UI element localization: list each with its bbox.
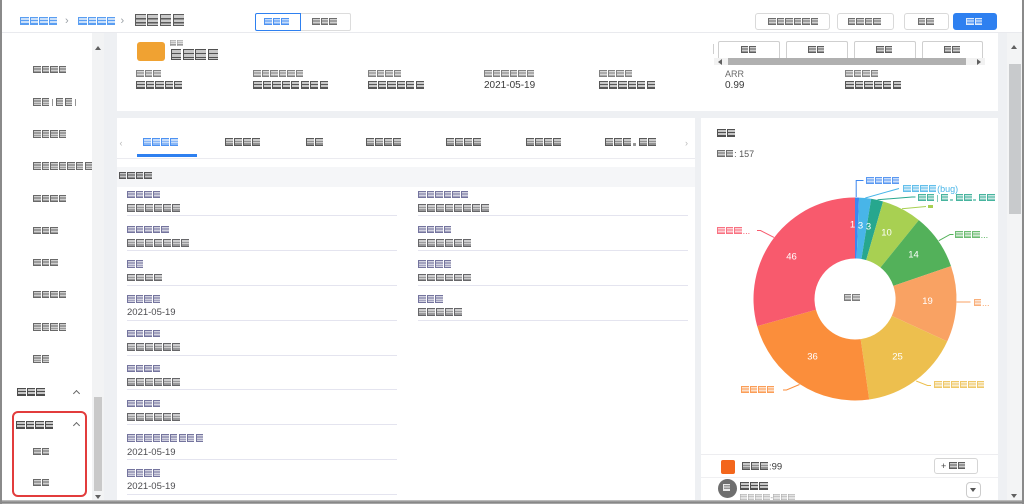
svg-text:25: 25 [892,352,903,363]
svg-text:10: 10 [881,228,892,239]
svg-text:3: 3 [866,222,871,233]
svg-text:46: 46 [786,252,797,263]
svg-text:3: 3 [858,221,863,232]
svg-text:14: 14 [908,250,919,261]
svg-text:36: 36 [807,352,818,363]
svg-text:19: 19 [922,296,933,307]
svg-text:1: 1 [850,220,855,231]
